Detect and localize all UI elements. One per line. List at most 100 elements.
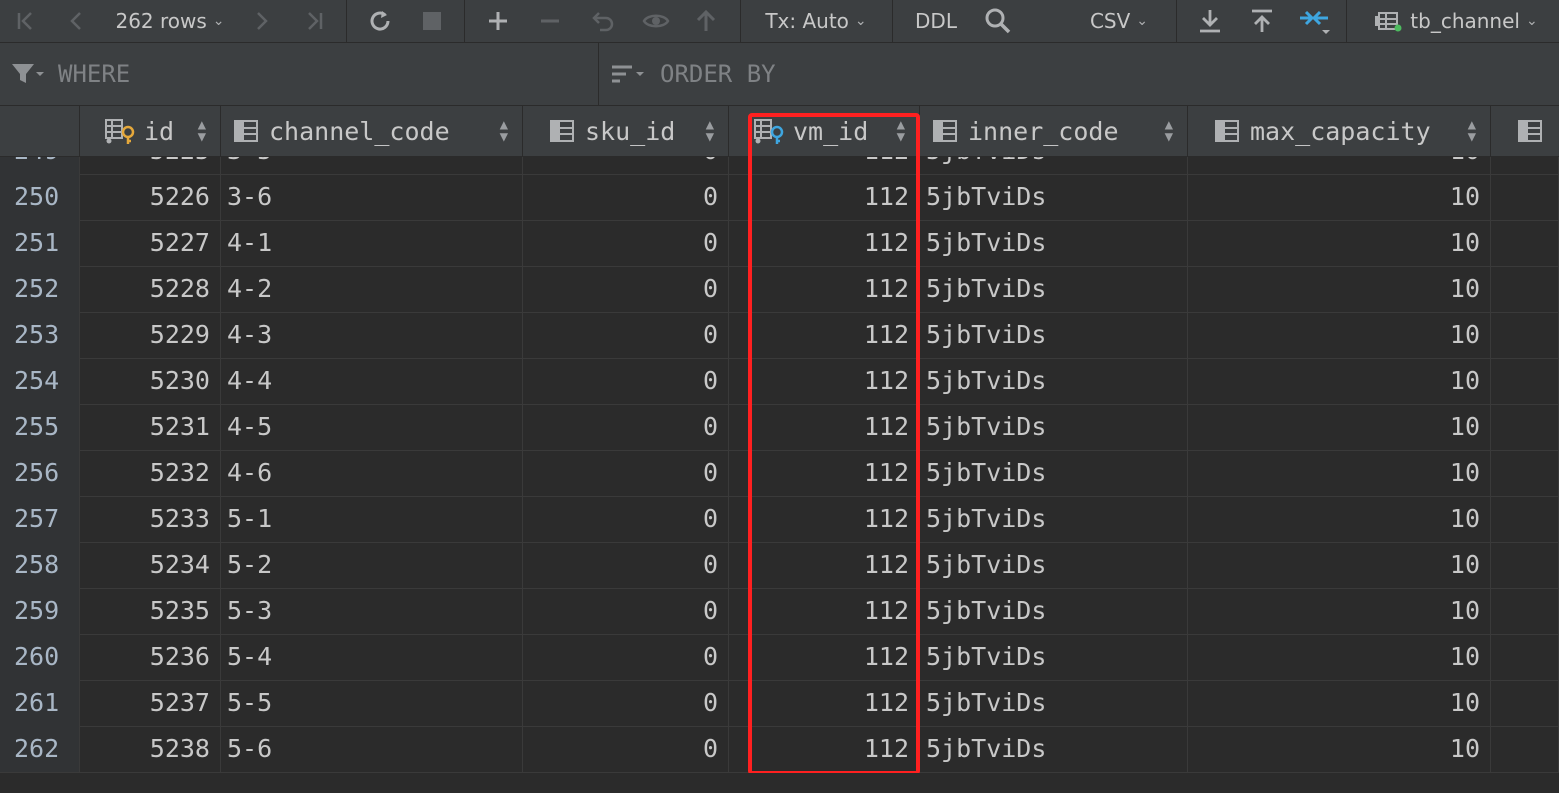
table-row[interactable]: 256 5232 4-6 0 112 5jbTviDs 10 [0, 450, 1559, 497]
stop-icon[interactable] [414, 0, 450, 42]
cell-channel-code[interactable]: 4-6 [221, 450, 523, 496]
search-icon[interactable] [978, 0, 1018, 42]
cell-inner-code[interactable]: 5jbTviDs [920, 404, 1188, 450]
cell-vm-id[interactable]: 112 [729, 634, 920, 680]
cell-id[interactable]: 5238 [80, 726, 221, 772]
cell-vm-id[interactable]: 112 [729, 404, 920, 450]
rows-count-dropdown[interactable]: 262 rows ⌄ [108, 0, 232, 42]
cell-max-capacity[interactable]: 10 [1188, 496, 1491, 542]
column-header-channel-code[interactable]: channel_code ▲ ▼ [221, 106, 523, 156]
next-page-icon[interactable] [244, 0, 280, 42]
cell-next-partial[interactable] [1491, 680, 1559, 726]
cell-inner-code[interactable]: 5jbTviDs [920, 496, 1188, 542]
cell-vm-id[interactable]: 112 [729, 358, 920, 404]
cell-next-partial[interactable] [1491, 496, 1559, 542]
cell-channel-code[interactable]: 4-5 [221, 404, 523, 450]
import-upload-icon[interactable] [1244, 0, 1280, 42]
cell-sku-id[interactable]: 0 [523, 450, 729, 496]
cell-vm-id[interactable]: 112 [729, 588, 920, 634]
cell-sku-id[interactable]: 0 [523, 266, 729, 312]
cell-next-partial[interactable] [1491, 157, 1559, 174]
cell-id[interactable]: 5228 [80, 266, 221, 312]
cell-channel-code[interactable]: 4-2 [221, 266, 523, 312]
column-header-max-capacity[interactable]: max_capacity ▲ ▼ [1188, 106, 1491, 156]
cell-max-capacity[interactable]: 10 [1188, 542, 1491, 588]
column-header-sku-id[interactable]: sku_id ▲ ▼ [523, 106, 729, 156]
last-page-icon[interactable] [296, 0, 332, 42]
table-row[interactable]: 258 5234 5-2 0 112 5jbTviDs 10 [0, 542, 1559, 589]
column-header-next-partial[interactable] [1491, 106, 1559, 156]
cell-vm-id[interactable]: 112 [729, 496, 920, 542]
cell-vm-id[interactable]: 112 [729, 266, 920, 312]
cell-id[interactable]: 5231 [80, 404, 221, 450]
cell-sku-id[interactable]: 0 [523, 726, 729, 772]
cell-sku-id[interactable]: 0 [523, 358, 729, 404]
cell-inner-code[interactable]: 5jbTviDs [920, 174, 1188, 220]
refresh-icon[interactable] [360, 0, 400, 42]
export-format-dropdown[interactable]: CSV ⌄ [1080, 0, 1158, 42]
preview-changes-icon[interactable] [636, 0, 676, 42]
cell-sku-id[interactable]: 0 [523, 680, 729, 726]
cell-max-capacity[interactable]: 10 [1188, 726, 1491, 772]
cell-inner-code[interactable]: 5jbTviDs [920, 157, 1188, 174]
table-row[interactable]: 262 5238 5-6 0 112 5jbTviDs 10 [0, 726, 1559, 773]
column-header-inner-code[interactable]: inner_code ▲ ▼ [920, 106, 1188, 156]
cell-channel-code[interactable]: 5-2 [221, 542, 523, 588]
table-row-partial[interactable]: 24952253-501125jbTviDs10 [0, 157, 1559, 175]
cell-next-partial[interactable] [1491, 542, 1559, 588]
cell-id[interactable]: 5235 [80, 588, 221, 634]
cell-inner-code[interactable]: 5jbTviDs [920, 358, 1188, 404]
cell-vm-id[interactable]: 112 [729, 174, 920, 220]
cell-inner-code[interactable]: 5jbTviDs [920, 266, 1188, 312]
cell-vm-id[interactable]: 112 [729, 157, 920, 174]
cell-inner-code[interactable]: 5jbTviDs [920, 588, 1188, 634]
compare-icon[interactable] [1294, 0, 1334, 42]
cell-id[interactable]: 5230 [80, 358, 221, 404]
cell-max-capacity[interactable]: 10 [1188, 450, 1491, 496]
table-row[interactable]: 255 5231 4-5 0 112 5jbTviDs 10 [0, 404, 1559, 451]
cell-sku-id[interactable]: 0 [523, 312, 729, 358]
cell-channel-code[interactable]: 4-4 [221, 358, 523, 404]
cell-vm-id[interactable]: 112 [729, 542, 920, 588]
cell-inner-code[interactable]: 5jbTviDs [920, 450, 1188, 496]
cell-channel-code[interactable]: 4-3 [221, 312, 523, 358]
column-header-vm-id[interactable]: vm_id ▲ ▼ [729, 106, 920, 156]
table-selector-dropdown[interactable]: tb_channel ⌄ [1370, 0, 1542, 42]
cell-max-capacity[interactable]: 10 [1188, 404, 1491, 450]
export-download-icon[interactable] [1192, 0, 1228, 42]
cell-id[interactable]: 5229 [80, 312, 221, 358]
cell-sku-id[interactable]: 0 [523, 496, 729, 542]
cell-next-partial[interactable] [1491, 588, 1559, 634]
cell-max-capacity[interactable]: 10 [1188, 174, 1491, 220]
cell-next-partial[interactable] [1491, 174, 1559, 220]
sort-arrows-icon[interactable]: ▲ ▼ [1468, 118, 1476, 144]
table-row[interactable]: 250 5226 3-6 0 112 5jbTviDs 10 [0, 174, 1559, 221]
cell-channel-code[interactable]: 5-6 [221, 726, 523, 772]
cell-id[interactable]: 5236 [80, 634, 221, 680]
cell-next-partial[interactable] [1491, 266, 1559, 312]
cell-channel-code[interactable]: 5-5 [221, 680, 523, 726]
cell-inner-code[interactable]: 5jbTviDs [920, 220, 1188, 266]
add-row-icon[interactable] [480, 0, 516, 42]
submit-icon[interactable] [688, 0, 724, 42]
sort-arrows-icon[interactable]: ▲ ▼ [897, 118, 905, 144]
table-row[interactable]: 253 5229 4-3 0 112 5jbTviDs 10 [0, 312, 1559, 359]
cell-channel-code[interactable]: 4-1 [221, 220, 523, 266]
cell-channel-code[interactable]: 3-5 [221, 157, 523, 174]
cell-channel-code[interactable]: 3-6 [221, 174, 523, 220]
where-filter-field[interactable]: WHERE [10, 43, 590, 105]
sort-arrows-icon[interactable]: ▲ ▼ [706, 118, 714, 144]
cell-inner-code[interactable]: 5jbTviDs [920, 542, 1188, 588]
cell-next-partial[interactable] [1491, 358, 1559, 404]
cell-sku-id[interactable]: 0 [523, 157, 729, 174]
cell-vm-id[interactable]: 112 [729, 450, 920, 496]
cell-id[interactable]: 5232 [80, 450, 221, 496]
previous-page-icon[interactable] [58, 0, 94, 42]
revert-icon[interactable] [584, 0, 620, 42]
cell-channel-code[interactable]: 5-4 [221, 634, 523, 680]
cell-inner-code[interactable]: 5jbTviDs [920, 634, 1188, 680]
cell-sku-id[interactable]: 0 [523, 542, 729, 588]
column-header-id[interactable]: id ▲ ▼ [80, 106, 221, 156]
cell-inner-code[interactable]: 5jbTviDs [920, 726, 1188, 772]
cell-sku-id[interactable]: 0 [523, 220, 729, 266]
